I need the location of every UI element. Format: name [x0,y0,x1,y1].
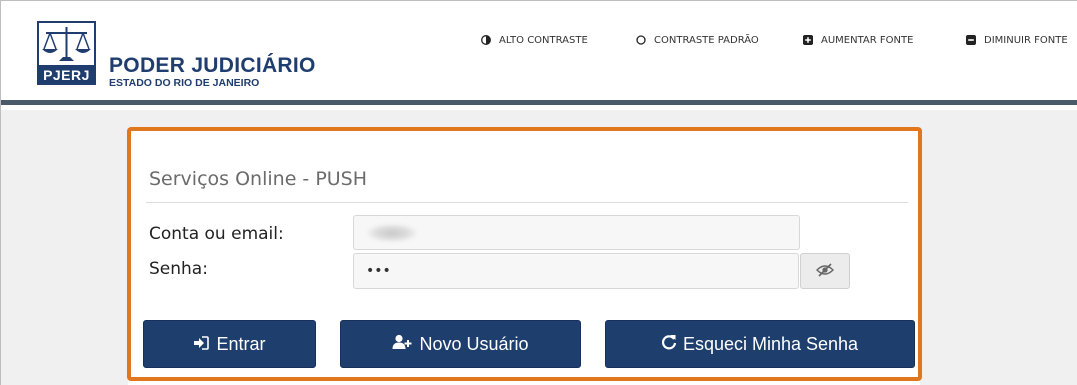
refresh-icon [661,334,677,355]
minus-square-icon [966,35,976,45]
forgot-password-button[interactable]: Esqueci Minha Senha [605,320,915,368]
pjerj-logo[interactable]: PJERJ [37,21,96,85]
password-input[interactable] [353,253,799,289]
logo-acronym: PJERJ [43,67,90,83]
forgot-password-button-label: Esqueci Minha Senha [682,333,859,354]
brand-subtitle: ESTADO DO RIO DE JANEIRO [109,77,260,89]
password-label: Senha: [149,259,208,279]
decrease-font-link[interactable]: DIMINUIR FONTE [966,35,1068,46]
login-button-label: Entrar [216,333,266,354]
login-button[interactable]: Entrar [143,320,316,368]
panel-divider [146,202,908,203]
contrast-half-icon [481,35,491,45]
increase-font-label: AUMENTAR FONTE [821,34,914,46]
panel-title: Serviços Online - PUSH [149,168,368,190]
plus-square-icon [803,35,813,45]
high-contrast-label: ALTO CONTRASTE [499,34,588,46]
new-user-button[interactable]: Novo Usuário [340,320,581,368]
brand-title: PODER JUDICIÁRIO [109,54,316,77]
increase-font-link[interactable]: AUMENTAR FONTE [803,35,913,46]
default-contrast-label: CONTRASTE PADRÃO [654,34,759,46]
circle-outline-icon [636,35,646,45]
default-contrast-link[interactable]: CONTRASTE PADRÃO [636,35,759,46]
new-user-button-label: Novo Usuário [419,333,529,354]
high-contrast-link[interactable]: ALTO CONTRASTE [481,35,588,46]
sign-in-icon [193,334,210,355]
eye-slash-icon [816,262,834,281]
decrease-font-label: DIMINUIR FONTE [984,34,1068,46]
username-input[interactable] [353,215,800,250]
redacted-username [367,224,417,242]
user-plus-icon [392,334,412,355]
username-label: Conta ou email: [149,224,284,244]
site-header: PJERJ PODER JUDICIÁRIO ESTADO DO RIO DE … [1,1,1077,105]
toggle-password-button[interactable] [800,253,850,289]
